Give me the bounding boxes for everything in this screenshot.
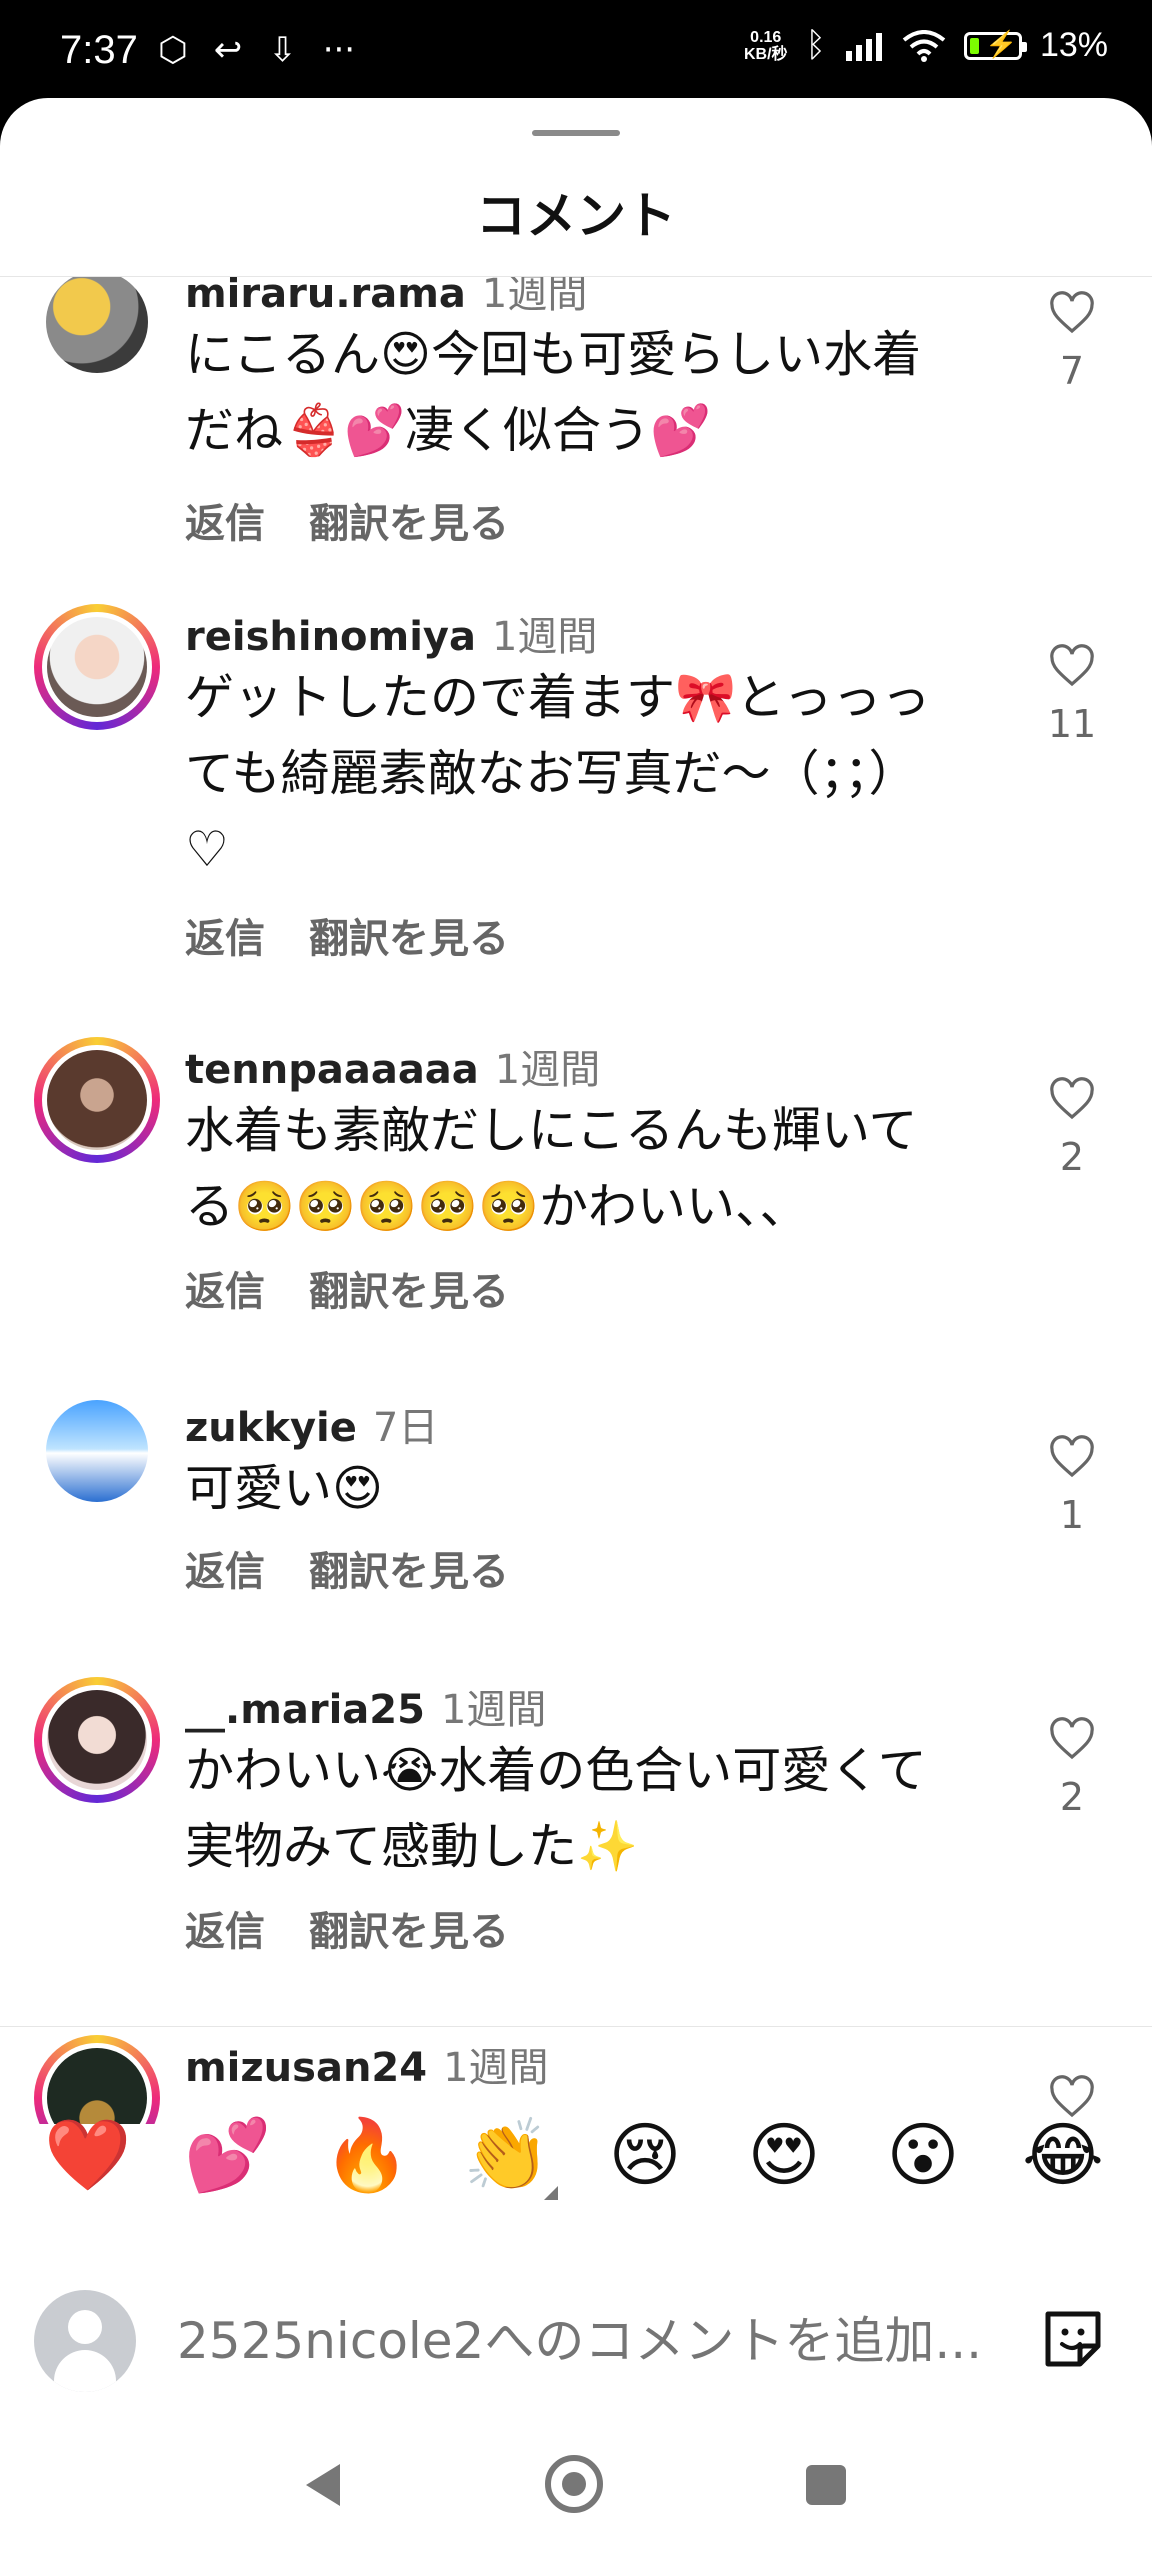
reaction-laugh[interactable]: 😂 <box>1018 2110 1108 2200</box>
recent-apps-icon[interactable] <box>806 2465 846 2505</box>
bluetooth-icon: ᛒ <box>805 26 826 64</box>
comment-username[interactable]: zukkyie <box>185 1405 357 1451</box>
comment-time: 7日 <box>372 1405 439 1451</box>
like-count: 2 <box>1059 1135 1085 1179</box>
like-count: 11 <box>1047 702 1097 746</box>
comment-username[interactable]: __.maria25 <box>185 1687 425 1733</box>
home-icon[interactable] <box>545 2455 603 2513</box>
avatar[interactable] <box>46 1400 148 1502</box>
sheet-title: コメント <box>476 187 676 245</box>
see-translation-button[interactable]: 翻訳を見る <box>309 501 509 547</box>
like-button[interactable]: 7 <box>1040 291 1104 393</box>
see-translation-button[interactable]: 翻訳を見る <box>309 1549 509 1595</box>
status-bar: 7:37 ⬡ ↩ ⇩ ··· 0.16 KB/秒 ᛒ ⚡ 13% <box>0 0 1152 105</box>
reply-button[interactable]: 返信 <box>185 916 265 962</box>
heart-icon <box>1050 1717 1094 1760</box>
divider <box>0 2026 1152 2027</box>
reaction-heart-eyes[interactable]: 😍 <box>739 2110 829 2200</box>
like-count: 1 <box>1059 1493 1085 1537</box>
see-translation-button[interactable]: 翻訳を見る <box>309 1269 509 1315</box>
comment-item: reishinomiya 1週間 ゲットしたので着ます🎀とっっっ ても綺麗素敵なお写… <box>0 604 1152 1004</box>
comment-time: 1週間 <box>440 1687 547 1733</box>
quick-reactions: ❤️ 💕 🔥 👏 😢 😍 😮 😂 <box>0 2110 1152 2220</box>
reaction-heart[interactable]: ❤️ <box>43 2110 133 2200</box>
avatar[interactable] <box>34 1037 160 1163</box>
comment-time: 1週間 <box>443 2045 549 2091</box>
comment-username[interactable]: tennpaaaaaa <box>185 1047 479 1093</box>
comment-text: ゲットしたので着ます🎀とっっっ ても綺麗素敵なお写真だ〜（；；） ♡ <box>185 669 931 878</box>
reaction-wow[interactable]: 😮 <box>878 2110 968 2200</box>
like-button[interactable]: 1 <box>1040 1435 1104 1537</box>
reply-button[interactable]: 返信 <box>185 1269 265 1315</box>
avatar[interactable] <box>34 604 160 730</box>
like-button[interactable]: 2 <box>1040 1077 1104 1179</box>
like-count: 7 <box>1059 349 1085 393</box>
avatar[interactable] <box>34 1677 160 1803</box>
like-button[interactable]: 2 <box>1040 1717 1104 1819</box>
signal-icon <box>845 32 882 61</box>
reaction-clap[interactable]: 👏 <box>462 2110 558 2200</box>
comments-list[interactable]: miraru.rama 1週間 にこるん😍今回も可愛らしい水着 だね👙💕凄く似合う💕… <box>0 277 1152 2124</box>
heart-icon <box>1050 291 1094 334</box>
avatar[interactable] <box>46 277 148 373</box>
my-avatar <box>34 2290 136 2392</box>
comment-item: tennpaaaaaa 1週間 水着も素敵だしにこるんも輝いて る🥺🥺🥺🥺🥺かわいい… <box>0 1037 1152 1357</box>
reaction-fire[interactable]: 🔥 <box>322 2110 412 2200</box>
comment-item: zukkyie 7日 可愛い😍 返信 翻訳を見る 1 <box>0 1395 1152 1645</box>
more-notifications-icon: ··· <box>322 30 356 70</box>
comment-item: __.maria25 1週間 かわいい😭水着の色合い可愛くて 実物みて感動した✨ 返… <box>0 1677 1152 1997</box>
comment-text: かわいい😭水着の色合い可愛くて 実物みて感動した✨ <box>185 1742 927 1875</box>
comment-item: miraru.rama 1週間 にこるん😍今回も可愛らしい水着 だね👙💕凄く似合う💕… <box>0 277 1152 571</box>
comment-text: 水着も素敵だしにこるんも輝いて る🥺🥺🥺🥺🥺かわいい、、 <box>185 1102 918 1235</box>
reply-arrow-icon: ↩ <box>213 30 243 70</box>
back-icon[interactable] <box>300 2460 346 2510</box>
wifi-icon <box>902 29 946 62</box>
reply-button[interactable]: 返信 <box>185 1909 265 1955</box>
comment-username[interactable]: reishinomiya <box>185 614 476 660</box>
notification-icons: ⬡ ↩ ⇩ ··· <box>158 30 355 70</box>
cube-icon: ⬡ <box>158 30 188 70</box>
download-icon: ⇩ <box>268 30 297 70</box>
battery-percent: 13% <box>1039 26 1108 64</box>
see-translation-button[interactable]: 翻訳を見る <box>309 1909 509 1955</box>
comment-text: 可愛い😍 <box>185 1460 384 1517</box>
reaction-two-hearts[interactable]: 💕 <box>183 2110 273 2200</box>
comment-username[interactable]: mizusan24 <box>185 2045 427 2091</box>
reaction-sad[interactable]: 😢 <box>600 2110 690 2200</box>
status-right: 0.16 KB/秒 ᛒ ⚡ 13% <box>744 26 1108 65</box>
sticker-icon[interactable] <box>1038 2304 1108 2374</box>
comment-username[interactable]: miraru.rama <box>185 277 466 317</box>
comment-time: 1週間 <box>491 614 598 660</box>
see-translation-button[interactable]: 翻訳を見る <box>309 916 509 962</box>
heart-icon <box>1050 1435 1094 1478</box>
like-count: 2 <box>1059 1775 1085 1819</box>
network-speed: 0.16 KB/秒 <box>743 28 788 63</box>
reply-button[interactable]: 返信 <box>185 501 265 547</box>
comment-time: 1週間 <box>481 277 588 317</box>
comment-input[interactable] <box>175 2300 1009 2382</box>
heart-icon <box>1050 644 1094 687</box>
like-button[interactable]: 11 <box>1040 644 1104 746</box>
heart-icon <box>1050 1077 1094 1120</box>
battery-icon: ⚡ <box>963 29 1027 60</box>
comment-text: にこるん😍今回も可愛らしい水着 だね👙💕凄く似合う💕 <box>185 326 922 459</box>
reply-button[interactable]: 返信 <box>185 1549 265 1595</box>
status-time: 7:37 <box>60 28 138 72</box>
skin-tone-indicator-icon <box>544 2186 558 2200</box>
comment-time: 1週間 <box>494 1047 601 1093</box>
drag-handle[interactable] <box>532 130 620 136</box>
